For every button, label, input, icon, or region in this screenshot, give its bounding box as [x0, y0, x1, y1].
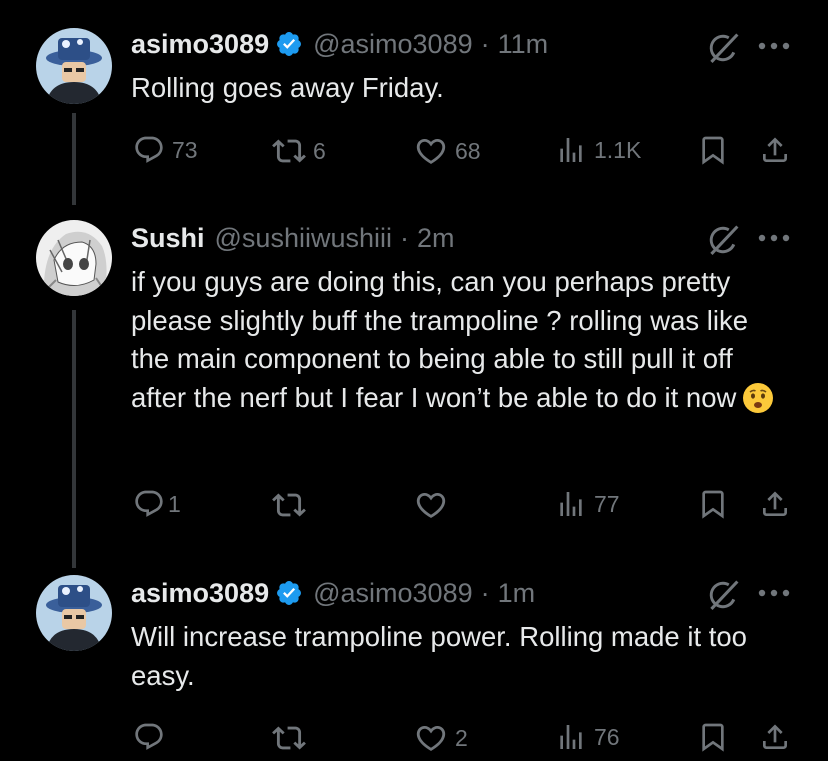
heart-icon	[414, 488, 448, 522]
repost-button[interactable]	[272, 721, 306, 755]
timestamp[interactable]: 2m	[417, 223, 455, 254]
bookmark-button[interactable]	[697, 721, 729, 753]
bookmark-button[interactable]	[697, 488, 729, 520]
tweet-text: Will increase trampoline power. Rolling …	[131, 621, 747, 691]
views-icon	[555, 488, 587, 520]
verified-badge-icon[interactable]	[275, 579, 303, 607]
avatar[interactable]	[36, 220, 112, 296]
display-name[interactable]: Sushi	[131, 223, 205, 254]
tweet-header: asimo3089 @asimo3089 · 1m	[131, 576, 535, 610]
repost-icon	[272, 488, 306, 522]
grok-icon[interactable]	[704, 30, 740, 66]
share-icon	[759, 134, 791, 166]
reply-icon	[133, 134, 165, 166]
views-button[interactable]: 1.1K	[555, 134, 641, 166]
timestamp[interactable]: 11m	[498, 29, 549, 60]
timestamp[interactable]: 1m	[498, 578, 536, 609]
user-handle[interactable]: @asimo3089	[313, 578, 473, 609]
heart-icon	[414, 134, 448, 168]
view-count: 1.1K	[594, 136, 642, 163]
view-count: 76	[594, 723, 620, 750]
tweet-text-content: if you guys are doing this, can you perh…	[131, 266, 749, 413]
reply-button[interactable]: 1	[133, 488, 181, 520]
like-button[interactable]: 2	[414, 721, 468, 755]
like-button[interactable]	[414, 488, 448, 522]
like-button[interactable]: 68	[414, 134, 481, 168]
repost-icon	[272, 721, 306, 755]
share-icon	[759, 488, 791, 520]
repost-button[interactable]: 6	[272, 134, 326, 168]
more-options-icon[interactable]	[757, 233, 791, 243]
views-button[interactable]: 77	[555, 488, 620, 520]
reply-button[interactable]	[133, 721, 165, 753]
repost-icon	[272, 134, 306, 168]
tweet-text: if you guys are doing this, can you perh…	[131, 263, 781, 424]
action-bar: 1 77	[0, 488, 828, 528]
reply-button[interactable]: 73	[133, 134, 198, 166]
views-icon	[555, 134, 587, 166]
avatar[interactable]	[36, 575, 112, 651]
share-icon	[759, 721, 791, 753]
more-options-icon[interactable]	[757, 41, 791, 51]
repost-button[interactable]	[272, 488, 306, 522]
share-button[interactable]	[759, 134, 791, 166]
bookmark-icon	[697, 134, 729, 166]
like-count: 68	[455, 137, 481, 164]
grok-icon[interactable]	[704, 577, 740, 613]
worried-face-emoji	[742, 382, 774, 425]
repost-count: 6	[313, 137, 326, 164]
separator-dot: ·	[480, 577, 490, 608]
action-bar: 73 6 68 1.1K	[0, 134, 828, 174]
views-icon	[555, 721, 587, 753]
display-name[interactable]: asimo3089	[131, 578, 269, 609]
tweet-header: asimo3089 @asimo3089 · 11m	[131, 27, 548, 61]
bookmark-icon	[697, 488, 729, 520]
display-name[interactable]: asimo3089	[131, 29, 269, 60]
tweet-text: Rolling goes away Friday.	[131, 72, 444, 103]
tweet[interactable]: asimo3089 @asimo3089 · 1m Will increase …	[0, 575, 828, 757]
reply-count: 1	[168, 490, 181, 517]
bookmark-icon	[697, 721, 729, 753]
action-bar: 2 76	[0, 721, 828, 761]
verified-badge-icon[interactable]	[275, 30, 303, 58]
reply-icon	[133, 721, 165, 753]
bookmark-button[interactable]	[697, 134, 729, 166]
views-button[interactable]: 76	[555, 721, 620, 753]
user-handle[interactable]: @sushiiwushiii	[215, 223, 392, 254]
like-count: 2	[455, 724, 468, 751]
avatar[interactable]	[36, 28, 112, 104]
share-button[interactable]	[759, 721, 791, 753]
tweet[interactable]: asimo3089 @asimo3089 · 11m Rolling goes …	[0, 24, 828, 184]
share-button[interactable]	[759, 488, 791, 520]
heart-icon	[414, 721, 448, 755]
reply-icon	[133, 488, 165, 520]
more-options-icon[interactable]	[757, 588, 791, 598]
grok-icon[interactable]	[704, 222, 740, 258]
tweet[interactable]: Sushi @sushiiwushiii · 2m if you guys ar…	[0, 220, 828, 540]
separator-dot: ·	[480, 28, 490, 59]
tweet-header: Sushi @sushiiwushiii · 2m	[131, 221, 455, 255]
user-handle[interactable]: @asimo3089	[313, 29, 473, 60]
view-count: 77	[594, 490, 620, 517]
separator-dot: ·	[399, 222, 409, 253]
reply-count: 73	[172, 136, 198, 163]
